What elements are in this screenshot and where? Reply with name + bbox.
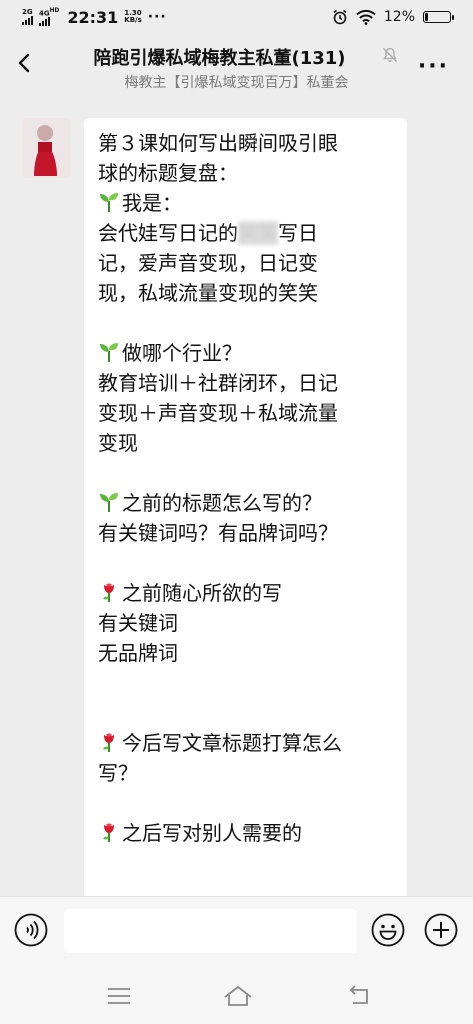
signal-2: 4GHD — [39, 7, 60, 27]
message-line: 变现 — [98, 428, 393, 458]
network-suffix: HD — [49, 7, 60, 14]
message-line: 今后写文章标题打算怎么 — [98, 728, 393, 758]
message-line — [98, 788, 393, 818]
chat-header: 陪跑引爆私域梅教主私董(131) 梅教主【引爆私域变现百万】私董会 ··· — [0, 34, 473, 100]
message-input[interactable] — [64, 909, 357, 953]
message-line: 第３课如何写出瞬间吸引眼 — [98, 128, 393, 158]
message-text: 教育培训＋社群闭环，日记 — [98, 371, 338, 395]
signal-bars-icon — [22, 16, 33, 25]
message-text: 今后写文章标题打算怎么 — [122, 731, 342, 755]
mute-bell-icon — [383, 47, 397, 62]
message-text: 变现＋声音变现＋私域流量 — [98, 401, 338, 425]
message-text: 变现 — [98, 431, 138, 455]
message-text: 之后写对别人需要的 — [122, 821, 302, 845]
system-nav-bar — [0, 970, 473, 1024]
emoji-icon[interactable] — [371, 913, 405, 947]
message-line — [98, 548, 393, 578]
battery-icon — [423, 11, 454, 23]
message-line: 之后写对别人需要的 — [98, 818, 393, 848]
message-line — [98, 698, 393, 728]
message-text: 有关键词吗？有品牌词吗？ — [98, 521, 338, 545]
redacted-name: 笑笑 — [238, 221, 278, 245]
alarm-icon — [333, 9, 347, 25]
message-text: 第３课如何写出瞬间吸引眼 — [98, 131, 338, 155]
message-line — [98, 458, 393, 488]
message-text: 写？ — [98, 761, 138, 785]
message-text: 有关键词 — [98, 611, 178, 635]
message-line: 做哪个行业？ — [98, 338, 393, 368]
message-text: 记，爱声音变现，日记变 — [98, 251, 318, 275]
avatar-image — [22, 118, 70, 178]
speed-unit: KB/s — [124, 16, 142, 24]
chat-subtitle: 梅教主【引爆私域变现百万】私董会 — [124, 75, 349, 91]
message-text: 之前随心所欲的写 — [122, 581, 282, 605]
wifi-icon — [356, 9, 376, 25]
network-label-1: 2G — [22, 8, 33, 16]
message-text: 球的标题复盘： — [98, 161, 238, 185]
message-text: 无品牌词 — [98, 641, 178, 665]
message-line: 写？ — [98, 758, 393, 788]
seedling-icon — [98, 191, 122, 215]
more-options-button[interactable]: ··· — [418, 54, 449, 79]
clock: 22:31 — [67, 7, 119, 27]
input-bar — [0, 896, 473, 971]
avatar[interactable] — [22, 118, 70, 178]
network-speed: 1.30 KB/s — [124, 10, 141, 24]
rose-icon — [98, 731, 122, 755]
back-arrow-icon[interactable] — [14, 52, 36, 74]
plus-icon[interactable] — [424, 913, 458, 947]
message-line: 之前随心所欲的写 — [98, 578, 393, 608]
battery-percent: 12% — [383, 9, 415, 25]
message-text: 写日 — [278, 221, 318, 245]
message-line: 现，私域流量变现的笑笑 — [98, 278, 393, 308]
message-line: 记，爱声音变现，日记变 — [98, 248, 393, 278]
message-text: 之前的标题怎么写的？ — [122, 491, 322, 515]
chat-title: 陪跑引爆私域梅教主私董(131) — [93, 48, 346, 69]
message-text: 我是： — [122, 191, 182, 215]
battery-level — [425, 13, 428, 21]
message-text: 会代娃写日记的 — [98, 221, 238, 245]
message-line — [98, 308, 393, 338]
message-line: 之前的标题怎么写的？ — [98, 488, 393, 518]
rose-icon — [98, 821, 122, 845]
message-line: 会代娃写日记的笑笑写日 — [98, 218, 393, 248]
home-icon[interactable] — [222, 984, 254, 1008]
message-text: 现，私域流量变现的笑笑 — [98, 281, 318, 305]
message-line: 有关键词吗？有品牌词吗？ — [98, 518, 393, 548]
message-line: 我是： — [98, 188, 393, 218]
voice-input-icon[interactable] — [14, 913, 48, 947]
message-line: 无品牌词 — [98, 638, 393, 668]
signal-bars-icon — [39, 17, 50, 27]
message-line: 有关键词 — [98, 608, 393, 638]
nav-back-icon[interactable] — [347, 984, 373, 1006]
menu-icon[interactable] — [106, 986, 132, 1006]
message-line: 教育培训＋社群闭环，日记 — [98, 368, 393, 398]
rose-icon — [98, 581, 122, 605]
network-label-2: 4G — [39, 9, 50, 18]
message-line: 变现＋声音变现＋私域流量 — [98, 398, 393, 428]
message-line — [98, 668, 393, 698]
message-text: 做哪个行业？ — [122, 341, 242, 365]
message-bubble[interactable]: 第３课如何写出瞬间吸引眼 球的标题复盘： 我是： 会代娃写日记的笑笑写日记，爱声音变现… — [84, 118, 407, 918]
message-line: 球的标题复盘： — [98, 158, 393, 188]
signal-1: 2G — [22, 9, 33, 25]
notification-overflow: ··· — [147, 9, 167, 25]
seedling-icon — [98, 341, 122, 365]
status-bar: 2G 4GHD 22:31 1.30 KB/s ··· 12% — [0, 0, 473, 34]
seedling-icon — [98, 491, 122, 515]
